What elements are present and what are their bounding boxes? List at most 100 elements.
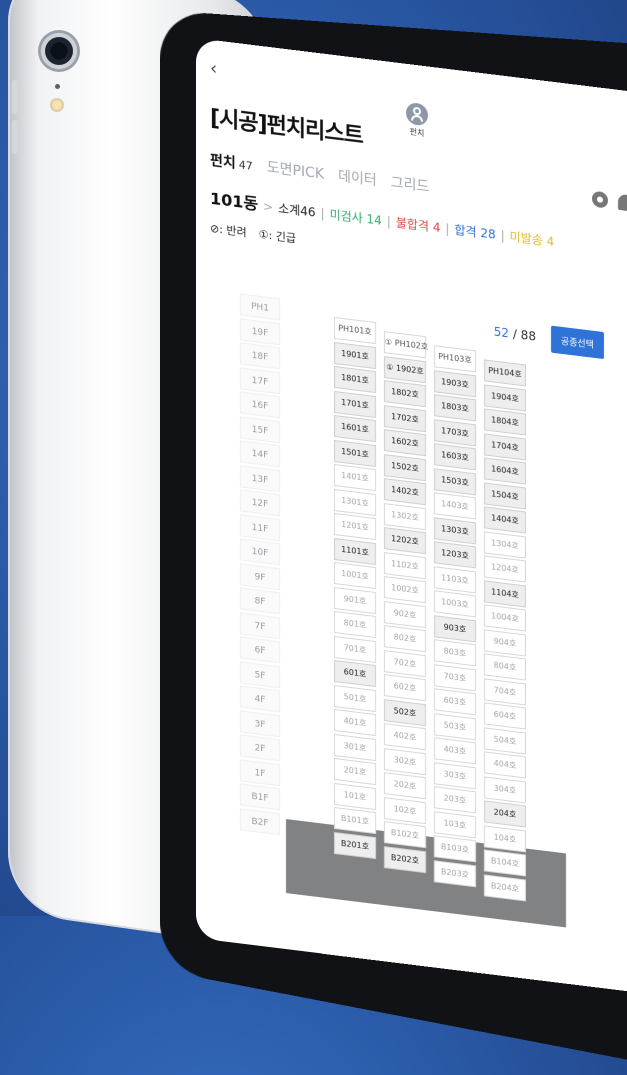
unit-cell[interactable]: B104호 [484,849,526,877]
total-count[interactable]: 소계46 [278,199,315,221]
unit-cell[interactable]: 1004호 [484,604,526,632]
unit-cell[interactable]: PH101호 [334,316,376,345]
unit-cell[interactable]: 401호 [334,708,376,737]
unit-cell[interactable]: 501호 [334,684,376,712]
unit-cell[interactable]: B103호 [434,835,476,863]
unit-cell[interactable]: 1203호 [434,541,476,569]
unit-cell[interactable]: 304호 [484,775,526,804]
unit-cell[interactable]: 702호 [384,649,426,677]
unit-cell[interactable]: 903호 [434,614,476,642]
unit-cell[interactable]: 1602호 [384,429,426,457]
unit-cell[interactable]: B202호 [384,845,426,873]
unsent-count[interactable]: 미발송 4 [510,228,555,250]
unit-cell[interactable]: 1802호 [384,380,426,408]
unit-cell[interactable]: 101호 [334,782,376,810]
tab-drawing-pick[interactable]: 도면PICK [267,157,324,184]
tab-punch[interactable]: 펀치 47 [210,150,253,175]
unit-cell[interactable]: 802호 [384,625,426,653]
unit-cell[interactable]: 804호 [484,653,526,681]
unit-cell[interactable]: 1603호 [434,443,476,471]
unit-cell[interactable]: 1303호 [434,516,476,544]
building-name[interactable]: 101동 [210,185,258,215]
unit-cell[interactable]: B201호 [334,831,376,859]
unit-cell[interactable]: 1002호 [384,576,426,604]
unit-cell[interactable]: 1702호 [384,404,426,432]
unit-cell[interactable]: 1301호 [334,488,376,516]
unit-cell[interactable]: 504호 [484,726,526,755]
unit-cell[interactable]: 602호 [384,674,426,702]
unit-cell[interactable]: 601호 [334,659,376,688]
unit-cell[interactable]: 404호 [484,751,526,779]
unit-cell[interactable]: 301호 [334,733,376,761]
unit-cell[interactable]: 503호 [434,712,476,740]
unit-cell[interactable]: 1001호 [334,561,376,590]
unit-cell[interactable]: 904호 [484,628,526,657]
unit-cell[interactable]: 1302호 [384,502,426,530]
unit-cell[interactable]: 701호 [334,635,376,663]
unit-cell[interactable]: 1804호 [484,408,526,436]
unit-cell[interactable]: 604호 [484,702,526,730]
fail-count[interactable]: 불합격 4 [396,214,441,236]
unit-cell[interactable]: 603호 [434,688,476,716]
unit-cell[interactable]: 1401호 [334,463,376,492]
unit-cell[interactable]: 1502호 [384,453,426,481]
unit-cell[interactable]: 201호 [334,757,376,786]
unit-cell[interactable]: ① 1902호 [384,355,426,383]
unit-cell[interactable]: 203호 [434,786,476,814]
uninspected-count[interactable]: 미검사 14 [330,205,382,228]
gear-icon[interactable] [592,190,608,209]
unit-cell[interactable]: 502호 [384,698,426,726]
unit-cell[interactable]: 302호 [384,747,426,775]
back-icon[interactable]: ‹ [210,58,217,80]
unit-cell[interactable]: 801호 [334,610,376,639]
unit-cell[interactable]: 1304호 [484,530,526,559]
unit-cell[interactable]: 1504호 [484,481,526,510]
unit-cell[interactable]: 1604호 [484,457,526,485]
unit-cell[interactable]: PH104호 [484,359,526,387]
unit-cell[interactable]: B203호 [434,859,476,887]
unit-cell[interactable]: 1503호 [434,467,476,495]
tab-data[interactable]: 데이터 [338,165,377,190]
unit-cell[interactable]: 1803호 [434,394,476,422]
unit-cell[interactable]: 102호 [384,796,426,824]
unit-cell[interactable]: 402호 [384,723,426,751]
unit-cell[interactable]: 1103호 [434,565,476,593]
unit-cell[interactable]: B101호 [334,806,376,835]
unit-cell[interactable]: 1202호 [384,527,426,555]
unit-cell[interactable]: 1901호 [334,341,376,369]
unit-cell[interactable]: 1801호 [334,365,376,394]
pass-count[interactable]: 합격 28 [454,221,495,243]
unit-cell[interactable]: 1404호 [484,506,526,534]
unit-cell[interactable]: 1904호 [484,383,526,412]
unit-cell[interactable]: 1101호 [334,537,376,565]
unit-cell[interactable]: B204호 [484,873,526,902]
tab-grid[interactable]: 그리드 [391,172,430,197]
unit-cell[interactable]: 1403호 [434,492,476,520]
unit-cell[interactable]: B102호 [384,821,426,849]
unit-cell[interactable]: 303호 [434,761,476,789]
unit-cell[interactable]: 1003호 [434,590,476,618]
punch-nav-button[interactable]: 펀치 [406,101,428,140]
unit-cell[interactable]: ① PH102호 [384,331,428,359]
unit-cell[interactable]: 1104호 [484,579,526,608]
unit-cell[interactable]: 1102호 [384,551,426,579]
unit-cell[interactable]: 1402호 [384,478,426,506]
unit-cell[interactable]: 204호 [484,800,526,828]
unit-cell[interactable]: 902호 [384,600,426,628]
unit-cell[interactable]: 703호 [434,663,476,691]
unit-cell[interactable]: PH103호 [434,345,476,373]
unit-cell[interactable]: 803호 [434,639,476,667]
unit-cell[interactable]: 1704호 [484,432,526,461]
unit-cell[interactable]: 103호 [434,810,476,838]
unit-cell[interactable]: 1601호 [334,414,376,443]
unit-cell[interactable]: 1501호 [334,439,376,467]
unit-cell[interactable]: 1903호 [434,369,476,397]
unit-cell[interactable]: 1204호 [484,555,526,583]
unit-cell[interactable]: 901호 [334,586,376,614]
unit-cell[interactable]: 202호 [384,772,426,800]
unit-cell[interactable]: 1201호 [334,512,376,541]
unit-cell[interactable]: 1703호 [434,418,476,446]
bell-icon[interactable]: 79 [618,193,627,212]
unit-cell[interactable]: 403호 [434,737,476,765]
trade-select-button[interactable]: 공종선택 [550,325,604,360]
